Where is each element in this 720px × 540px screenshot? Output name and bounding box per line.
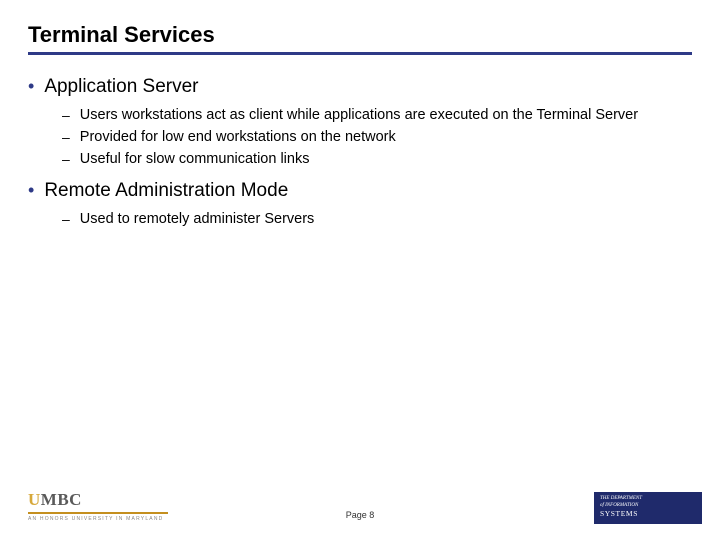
page-number: Page 8 [346, 510, 375, 520]
dash-icon: – [62, 105, 70, 125]
slide-title: Terminal Services [28, 22, 720, 48]
bullet-item: • Application Server [28, 75, 692, 99]
sub-bullet-text: Useful for slow communication links [80, 149, 310, 169]
sub-bullet-item: – Users workstations act as client while… [62, 105, 692, 125]
bullet-label: Application Server [44, 75, 198, 99]
logo-letter: U [28, 490, 41, 510]
content-area: • Application Server – Users workstation… [0, 55, 720, 229]
sub-list: – Used to remotely administer Servers [62, 209, 692, 229]
dash-icon: – [62, 127, 70, 147]
title-area: Terminal Services [0, 0, 720, 48]
sub-bullet-text: Used to remotely administer Servers [80, 209, 315, 229]
bullet-icon: • [28, 75, 34, 97]
sub-bullet-item: – Provided for low end workstations on t… [62, 127, 692, 147]
dash-icon: – [62, 149, 70, 169]
logo-tagline: AN HONORS UNIVERSITY IN MARYLAND [28, 516, 168, 522]
dash-icon: – [62, 209, 70, 229]
bullet-label: Remote Administration Mode [44, 179, 288, 203]
bullet-icon: • [28, 179, 34, 201]
slide: Terminal Services • Application Server –… [0, 0, 720, 540]
sub-bullet-text: Users workstations act as client while a… [80, 105, 638, 125]
logo-underline [28, 512, 168, 514]
sub-list: – Users workstations act as client while… [62, 105, 692, 169]
dept-line: SYSTEMS [600, 509, 696, 519]
sub-bullet-item: – Used to remotely administer Servers [62, 209, 692, 229]
department-badge: THE DEPARTMENT of INFORMATION SYSTEMS [594, 492, 702, 524]
bullet-item: • Remote Administration Mode [28, 179, 692, 203]
sub-bullet-text: Provided for low end workstations on the… [80, 127, 396, 147]
logo-letters: MBC [41, 490, 82, 510]
sub-bullet-item: – Useful for slow communication links [62, 149, 692, 169]
umbc-wordmark: UMBC [28, 490, 168, 510]
umbc-logo: UMBC AN HONORS UNIVERSITY IN MARYLAND [28, 490, 168, 522]
